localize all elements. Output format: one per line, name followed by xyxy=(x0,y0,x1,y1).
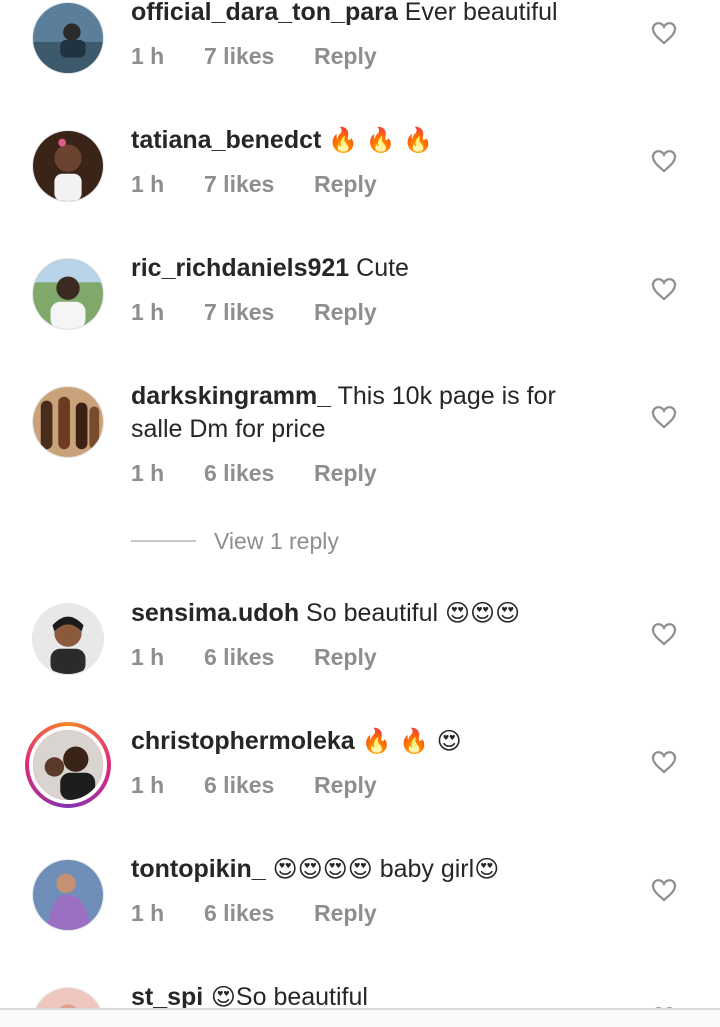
comment-text: ric_richdaniels921 Cute xyxy=(131,252,601,285)
comment-time: 1 h xyxy=(131,772,165,798)
avatar[interactable] xyxy=(32,258,104,330)
comment-username[interactable]: st_spi xyxy=(131,983,203,1010)
comment-likes[interactable]: 7 likes xyxy=(204,171,314,198)
comment-emoji: 😍😍😍 xyxy=(445,599,521,627)
comment-likes[interactable]: 7 likes xyxy=(204,299,314,326)
comment-emoji: 🔥 🔥 🔥 xyxy=(328,126,434,154)
avatar-story-ring[interactable] xyxy=(25,722,111,808)
comment-text: tontopikin_ 😍😍😍😍 baby girl😍 xyxy=(131,853,601,886)
comment-emoji: 😍😍😍😍 xyxy=(272,855,373,883)
heart-outline-icon[interactable] xyxy=(651,750,677,774)
comment-likes[interactable]: 6 likes xyxy=(204,644,314,671)
avatar xyxy=(29,726,107,804)
comment-time: 1 h xyxy=(131,171,165,197)
comment-username[interactable]: tatiana_benedct xyxy=(131,126,321,154)
comment-likes[interactable]: 7 likes xyxy=(204,43,314,70)
comment-text: christophermoleka 🔥 🔥 😍 xyxy=(131,725,601,758)
comment-username[interactable]: ric_richdaniels921 xyxy=(131,254,349,282)
comment-meta: 1 h 6 likes Reply xyxy=(131,460,377,487)
reply-button[interactable]: Reply xyxy=(314,644,377,671)
heart-outline-icon[interactable] xyxy=(651,277,677,301)
heart-outline-icon[interactable] xyxy=(651,405,677,429)
comment-meta: 1 h 6 likes Reply xyxy=(131,772,377,799)
comment-username[interactable]: sensima.udoh xyxy=(131,599,299,627)
avatar[interactable] xyxy=(32,386,104,458)
heart-outline-icon[interactable] xyxy=(651,878,677,902)
comment-body: Cute xyxy=(349,254,409,282)
comments-list: official_dara_ton_para Ever beautiful 1 … xyxy=(0,0,720,1010)
avatar[interactable] xyxy=(32,987,104,1010)
comment-meta: 1 h 7 likes Reply xyxy=(131,299,377,326)
comment-text: st_spi 😍So beautiful xyxy=(131,981,601,1010)
avatar[interactable] xyxy=(32,603,104,675)
avatar[interactable] xyxy=(32,859,104,931)
bottom-bar xyxy=(0,1008,720,1027)
comment-meta: 1 h 7 likes Reply xyxy=(131,43,377,70)
comment-text: tatiana_benedct 🔥 🔥 🔥 xyxy=(131,124,601,157)
comment-body: Ever beautiful xyxy=(397,0,558,26)
comment-body: baby girl xyxy=(372,855,475,883)
heart-outline-icon[interactable] xyxy=(651,21,677,45)
reply-button[interactable]: Reply xyxy=(314,43,377,70)
comment-emoji: 🔥 🔥 😍 xyxy=(361,727,462,755)
comment-likes[interactable]: 6 likes xyxy=(204,460,314,487)
comment-time: 1 h xyxy=(131,43,165,69)
reply-button[interactable]: Reply xyxy=(314,299,377,326)
comment-username[interactable]: tontopikin_ xyxy=(131,855,266,883)
avatar[interactable] xyxy=(32,2,104,74)
comment-time: 1 h xyxy=(131,900,165,926)
comment-body: So beautiful xyxy=(299,599,446,627)
reply-button[interactable]: Reply xyxy=(314,900,377,927)
view-replies-label[interactable]: View 1 reply xyxy=(214,528,339,555)
comment-username[interactable]: christophermoleka xyxy=(131,727,355,755)
comment-body: So beautiful xyxy=(235,983,368,1010)
reply-button[interactable]: Reply xyxy=(314,460,377,487)
comment-time: 1 h xyxy=(131,644,165,670)
comment-time: 1 h xyxy=(131,299,165,325)
comment-meta: 1 h 6 likes Reply xyxy=(131,644,377,671)
comment-likes[interactable]: 6 likes xyxy=(204,900,314,927)
comment-time: 1 h xyxy=(131,460,165,486)
comment-emoji: 😍 xyxy=(474,855,500,883)
comment-meta: 1 h 7 likes Reply xyxy=(131,171,377,198)
reply-button[interactable]: Reply xyxy=(314,772,377,799)
comment-username[interactable]: darkskingramm_ xyxy=(131,382,331,410)
reply-button[interactable]: Reply xyxy=(314,171,377,198)
comment-emoji: 😍 xyxy=(203,983,236,1010)
comment-meta: 1 h 6 likes Reply xyxy=(131,900,377,927)
comment-text: official_dara_ton_para Ever beautiful xyxy=(131,0,601,29)
comment-text: darkskingramm_ This 10k page is for sall… xyxy=(131,380,611,446)
comment-likes[interactable]: 6 likes xyxy=(204,772,314,799)
heart-outline-icon[interactable] xyxy=(651,622,677,646)
comment-username[interactable]: official_dara_ton_para xyxy=(131,0,398,26)
avatar[interactable] xyxy=(32,130,104,202)
heart-outline-icon[interactable] xyxy=(651,149,677,173)
divider xyxy=(131,540,196,542)
comment-text: sensima.udoh So beautiful 😍😍😍 xyxy=(131,597,601,630)
comment-body xyxy=(355,727,362,755)
comment-body xyxy=(266,855,273,883)
